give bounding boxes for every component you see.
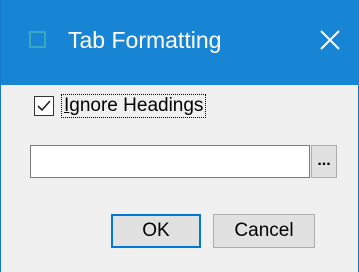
- checkmark-icon: [37, 100, 51, 112]
- close-button[interactable]: [298, 0, 359, 85]
- cancel-button[interactable]: Cancel: [213, 214, 315, 248]
- ignore-headings-label[interactable]: Ignore Headings: [60, 94, 207, 118]
- ignore-headings-option[interactable]: Ignore Headings: [34, 93, 207, 119]
- dialog-body: Ignore Headings ... OK Cancel: [1, 85, 358, 272]
- title-bar[interactable]: Tab Formatting: [1, 0, 359, 85]
- window-app-icon: [29, 31, 46, 48]
- ignore-headings-label-text: gnore Headings: [69, 95, 204, 116]
- dialog-window: Tab Formatting Ignore Headings ... OK Ca…: [0, 0, 359, 272]
- close-icon: [320, 30, 340, 50]
- ignore-headings-checkbox[interactable]: [34, 96, 54, 116]
- browse-button[interactable]: ...: [311, 145, 337, 178]
- window-title: Tab Formatting: [68, 27, 222, 53]
- path-input[interactable]: [30, 145, 310, 178]
- ok-button[interactable]: OK: [111, 214, 201, 248]
